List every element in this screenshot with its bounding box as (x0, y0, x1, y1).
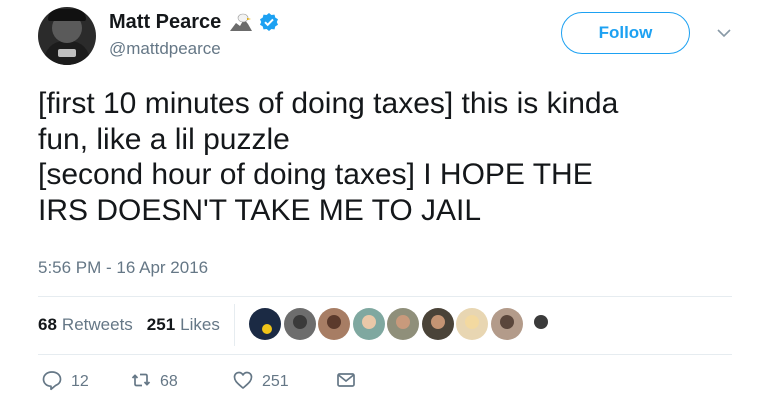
reply-icon (41, 369, 63, 396)
like-count: 251 (262, 373, 289, 390)
avatar[interactable] (38, 7, 96, 65)
reply-count: 12 (71, 373, 89, 390)
likes-count: 251 (146, 315, 176, 334)
follow-button[interactable]: Follow (561, 12, 690, 54)
tweet-stats: 68 Retweets 251 Likes (38, 315, 234, 335)
tweet-actions: 12 68 251 (38, 370, 357, 394)
tweet-line: fun, like a lil puzzle (38, 122, 290, 156)
liker-avatar[interactable] (283, 308, 316, 340)
likes-stat[interactable]: 251 Likes (147, 315, 220, 335)
retweet-count: 68 (160, 373, 178, 390)
retweet-icon (130, 369, 152, 396)
like-button[interactable]: 251 (232, 369, 335, 396)
likes-label: Likes (180, 315, 220, 334)
divider (38, 354, 732, 355)
liker-avatar[interactable] (387, 308, 419, 340)
liker-avatars (249, 308, 560, 340)
liker-avatar[interactable] (456, 308, 488, 340)
liker-avatar[interactable] (421, 308, 454, 340)
eagle-icon (228, 11, 254, 33)
tweet-text: [first 10 minutes of doing taxes] this i… (38, 86, 738, 228)
heart-icon (232, 369, 254, 396)
liker-avatar[interactable] (318, 308, 350, 340)
reply-button[interactable]: 12 (41, 369, 103, 396)
direct-message-button[interactable] (335, 369, 357, 396)
retweets-stat[interactable]: 68 Retweets (38, 315, 133, 335)
divider (38, 296, 732, 297)
liker-avatar[interactable] (352, 308, 385, 340)
tweet-line: [second hour of doing taxes] I HOPE THE (38, 158, 593, 191)
user-name-row[interactable]: Matt Pearce (109, 8, 279, 36)
display-name[interactable]: Matt Pearce (109, 11, 221, 34)
liker-avatar[interactable] (525, 308, 557, 340)
stats-divider (234, 304, 235, 346)
chevron-down-icon[interactable] (716, 26, 732, 38)
envelope-icon (335, 369, 357, 396)
user-handle[interactable]: @mattdpearce (109, 39, 221, 59)
verified-icon (259, 12, 279, 32)
retweets-label: Retweets (61, 315, 133, 334)
tweet-line: IRS DOESN'T TAKE ME TO JAIL (38, 193, 482, 227)
retweets-count: 68 (38, 315, 57, 334)
tweet-timestamp[interactable]: 5:56 PM - 16 Apr 2016 (38, 258, 208, 278)
liker-avatar[interactable] (490, 308, 523, 340)
retweet-button[interactable]: 68 (130, 369, 232, 396)
liker-avatar[interactable] (249, 308, 281, 340)
tweet-line: [first 10 minutes of doing taxes] this i… (38, 87, 619, 120)
